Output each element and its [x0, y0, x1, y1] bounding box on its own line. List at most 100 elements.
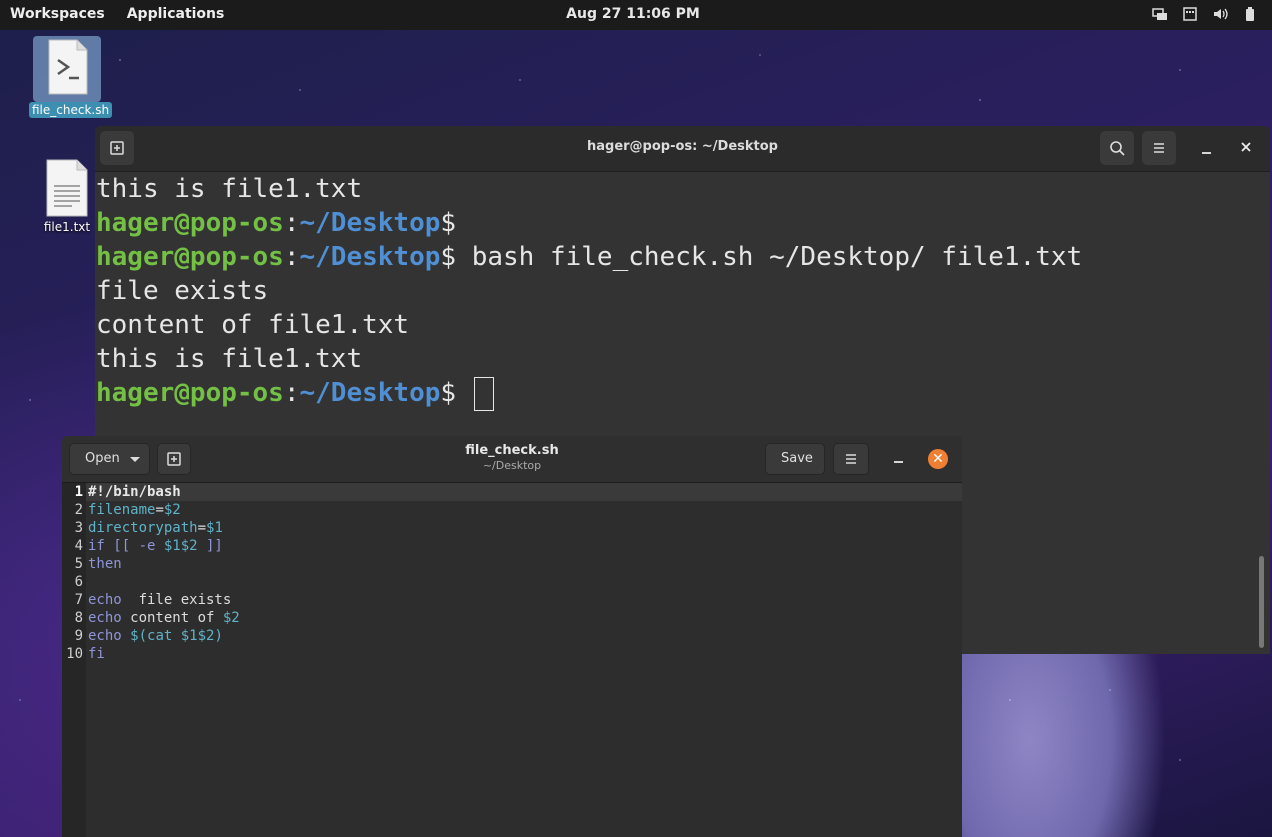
- terminal-prompt-line: hager@pop-os:~/Desktop$: [96, 206, 1256, 240]
- desktop-icon-label: file1.txt: [43, 220, 91, 234]
- editor-title: file_check.sh ~/Desktop: [62, 443, 962, 472]
- search-icon: [1110, 141, 1125, 156]
- terminal-prompt-line: hager@pop-os:~/Desktop$: [96, 376, 1256, 411]
- code-token: echo: [88, 592, 122, 608]
- code-token: then: [88, 556, 122, 572]
- code-token: if [[ -e: [88, 538, 164, 554]
- editor-close-button[interactable]: ✕: [928, 449, 948, 469]
- prompt-user: hager@pop-os: [96, 242, 284, 272]
- line-number: 4: [74, 538, 83, 554]
- terminal-output-line: file exists: [96, 276, 269, 306]
- line-number: 2: [74, 502, 83, 518]
- editor-text-area[interactable]: 1 2 3 4 5 6 7 8 9 10 #!/bin/bash filename=$2 direct…: [62, 483, 962, 837]
- close-icon: [1241, 142, 1251, 152]
- code-token: $2: [163, 502, 181, 518]
- code-line[interactable]: fi: [88, 645, 962, 663]
- prompt-path: ~/Desktop: [299, 378, 441, 408]
- top-panel: Workspaces Applications Aug 27 11:06 PM: [0, 0, 1272, 30]
- code-line[interactable]: #!/bin/bash: [86, 483, 962, 501]
- editor-header-bar[interactable]: Open file_check.sh ~/Desktop Save ✕: [62, 436, 962, 483]
- text-file-icon: [41, 158, 93, 220]
- keyboard-icon[interactable]: [1182, 6, 1198, 22]
- prompt-sep: :: [283, 242, 300, 272]
- desktop-icon-file-check[interactable]: file_check.sh: [29, 36, 113, 118]
- code-token: #!/bin/bash: [88, 484, 181, 500]
- prompt-sym: $: [440, 378, 457, 408]
- code-content[interactable]: #!/bin/bash filename=$2 directorypath=$1 if…: [86, 483, 962, 663]
- line-number: 5: [74, 556, 83, 572]
- code-token: $1: [206, 520, 223, 536]
- code-token: filename: [88, 502, 156, 518]
- code-token: directorypath: [88, 520, 198, 536]
- code-token: $2: [222, 610, 240, 626]
- screen-share-icon[interactable]: [1152, 6, 1168, 22]
- code-line[interactable]: directorypath=$1: [88, 519, 962, 537]
- minimize-icon: [894, 461, 903, 463]
- code-token: fi: [88, 646, 105, 662]
- terminal-cursor: [473, 376, 494, 411]
- terminal-output[interactable]: this is file1.txt hager@pop-os:~/Desktop$…: [95, 172, 1256, 411]
- line-number: 3: [74, 520, 83, 536]
- prompt-path: ~/Desktop: [299, 242, 441, 272]
- code-token: =: [197, 520, 207, 536]
- line-number: 6: [74, 574, 83, 590]
- code-token: ]]: [197, 538, 223, 554]
- menu-button[interactable]: [1142, 131, 1176, 165]
- code-line[interactable]: filename=$2: [88, 501, 962, 519]
- battery-icon[interactable]: [1242, 6, 1258, 22]
- prompt-cmd: bash file_check.sh ~/Desktop/ file1.txt: [456, 242, 1083, 272]
- prompt-path: ~/Desktop: [299, 208, 441, 238]
- editor-menu-button[interactable]: [833, 443, 869, 475]
- code-token: echo: [88, 628, 122, 644]
- code-token: file exists: [121, 592, 232, 608]
- close-button[interactable]: [1233, 131, 1267, 165]
- prompt-user: hager@pop-os: [96, 208, 284, 238]
- line-number: 9: [74, 628, 83, 644]
- minimize-button[interactable]: [1195, 131, 1229, 165]
- desktop-icon-label: file_check.sh: [29, 102, 113, 118]
- code-line[interactable]: if [[ -e $1$2 ]]: [88, 537, 962, 555]
- prompt-sym: $: [440, 242, 457, 272]
- text-editor-window[interactable]: Open file_check.sh ~/Desktop Save ✕ 1 2 3 4…: [62, 436, 962, 837]
- close-icon: ✕: [932, 451, 944, 467]
- line-number-gutter: 1 2 3 4 5 6 7 8 9 10: [62, 483, 86, 837]
- code-token: content of: [121, 610, 223, 626]
- terminal-output-line: this is file1.txt: [96, 174, 363, 204]
- terminal-scrollbar[interactable]: [1259, 556, 1264, 648]
- line-number: 8: [74, 610, 83, 626]
- line-number: 10: [66, 646, 83, 662]
- editor-minimize-button[interactable]: [886, 444, 912, 474]
- code-token: =: [155, 502, 164, 518]
- script-icon: [33, 36, 101, 102]
- line-number: 7: [74, 592, 83, 608]
- editor-filename: file_check.sh: [465, 443, 559, 458]
- hamburger-icon: [846, 454, 856, 464]
- minimize-icon: [1202, 152, 1211, 154]
- code-token: $1$2: [163, 538, 198, 554]
- save-button[interactable]: Save: [765, 443, 825, 475]
- prompt-sep: :: [283, 378, 300, 408]
- clock[interactable]: Aug 27 11:06 PM: [0, 6, 1266, 22]
- code-token: echo: [88, 610, 122, 626]
- terminal-header-bar[interactable]: hager@pop-os: ~/Desktop: [95, 126, 1270, 172]
- terminal-title: hager@pop-os: ~/Desktop: [587, 139, 778, 154]
- save-button-label: Save: [781, 451, 813, 466]
- volume-icon[interactable]: [1212, 6, 1228, 22]
- terminal-prompt-line: hager@pop-os:~/Desktop$ bash file_check.…: [96, 240, 1256, 274]
- terminal-output-line: content of file1.txt: [96, 310, 410, 340]
- code-line[interactable]: then: [88, 555, 962, 573]
- hamburger-icon: [1154, 143, 1164, 153]
- desktop-icon-file1[interactable]: file1.txt: [29, 158, 105, 234]
- prompt-user: hager@pop-os: [96, 378, 284, 408]
- code-line[interactable]: echo $(cat $1$2): [88, 627, 962, 645]
- line-number: 1: [74, 484, 83, 500]
- terminal-output-line: this is file1.txt: [96, 344, 363, 374]
- prompt-sep: :: [283, 208, 300, 238]
- code-line[interactable]: echo file exists: [88, 591, 962, 609]
- prompt-cmd: [456, 378, 472, 408]
- search-button[interactable]: [1100, 131, 1134, 165]
- code-token: $(cat $1$2): [130, 628, 223, 644]
- code-line[interactable]: [88, 573, 962, 591]
- code-line[interactable]: echo content of $2: [88, 609, 962, 627]
